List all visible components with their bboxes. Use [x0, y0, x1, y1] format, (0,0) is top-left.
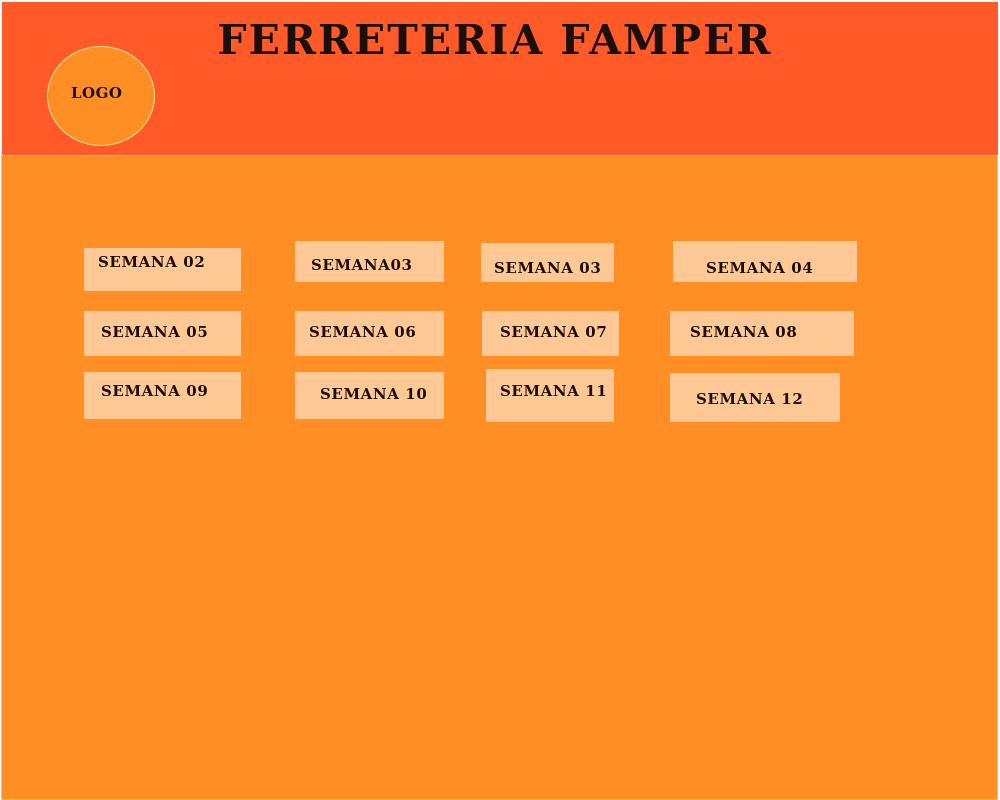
week-button-11[interactable]: SEMANA 11 [486, 369, 614, 422]
week-button-04[interactable]: SEMANA 04 [673, 241, 857, 282]
week-label: SEMANA 08 [690, 323, 798, 341]
week-label: SEMANA 03 [494, 259, 602, 277]
week-label: SEMANA 09 [101, 382, 209, 400]
week-label: SEMANA 05 [101, 323, 209, 341]
week-label: SEMANA 07 [500, 323, 608, 341]
week-button-09[interactable]: SEMANA 09 [84, 372, 241, 419]
week-button-02[interactable]: SEMANA 02 [84, 248, 241, 291]
week-button-03b[interactable]: SEMANA 03 [481, 243, 614, 282]
site-header: FERRETERIA FAMPER LOGO [2, 2, 998, 155]
week-button-08[interactable]: SEMANA 08 [670, 311, 854, 356]
week-button-03a[interactable]: SEMANA03 [295, 241, 444, 282]
week-label: SEMANA 04 [706, 259, 814, 277]
week-label: SEMANA03 [311, 256, 413, 274]
week-label: SEMANA 11 [500, 382, 608, 400]
logo-label: LOGO [71, 84, 123, 102]
week-button-07[interactable]: SEMANA 07 [482, 311, 619, 356]
logo[interactable]: LOGO [47, 46, 155, 146]
week-label: SEMANA 02 [98, 253, 206, 271]
week-button-10[interactable]: SEMANA 10 [295, 372, 444, 419]
week-label: SEMANA 06 [309, 323, 417, 341]
site-title: FERRETERIA FAMPER [217, 16, 773, 64]
week-label: SEMANA 12 [696, 390, 804, 408]
week-button-05[interactable]: SEMANA 05 [84, 311, 241, 356]
week-label: SEMANA 10 [320, 385, 428, 403]
week-button-12[interactable]: SEMANA 12 [670, 373, 840, 422]
week-button-06[interactable]: SEMANA 06 [295, 311, 444, 356]
